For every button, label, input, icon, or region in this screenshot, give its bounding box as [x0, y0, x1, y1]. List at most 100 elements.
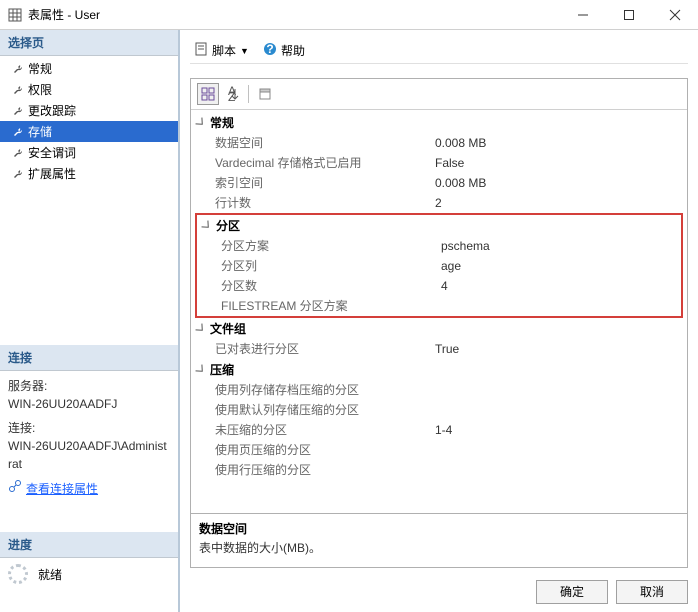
- pg-category[interactable]: 压缩: [191, 359, 687, 380]
- pg-description: 数据空间 表中数据的大小(MB)。: [191, 513, 687, 567]
- connection-icon: [8, 479, 22, 498]
- expand-icon[interactable]: [195, 364, 206, 375]
- pg-category-label: 分区: [216, 217, 240, 234]
- sidebar-item-3[interactable]: 存储: [0, 121, 178, 142]
- desc-title: 数据空间: [199, 520, 679, 537]
- titlebar: 表属性 - User: [0, 0, 698, 30]
- pg-row[interactable]: 未压缩的分区1-4: [191, 420, 687, 440]
- pg-value: [435, 401, 687, 419]
- window-title: 表属性 - User: [28, 6, 560, 23]
- pg-category-label: 文件组: [210, 320, 246, 337]
- dialog-buttons: 确定 取消: [190, 574, 688, 604]
- pg-key: 使用默认列存储压缩的分区: [215, 401, 435, 419]
- sidebar-item-label: 常规: [28, 60, 52, 77]
- pg-value: True: [435, 340, 687, 358]
- pg-row[interactable]: 数据空间0.008 MB: [191, 133, 687, 153]
- categorize-button[interactable]: [197, 83, 219, 105]
- expand-icon[interactable]: [201, 220, 212, 231]
- pg-value: 2: [435, 194, 687, 212]
- expand-icon[interactable]: [195, 117, 206, 128]
- pg-key: FILESTREAM 分区方案: [221, 297, 441, 315]
- pg-row[interactable]: 行计数2: [191, 193, 687, 213]
- pg-key: 未压缩的分区: [215, 421, 435, 439]
- cancel-button[interactable]: 取消: [616, 580, 688, 604]
- pg-key: 已对表进行分区: [215, 340, 435, 358]
- sidebar-item-1[interactable]: 权限: [0, 79, 178, 100]
- pg-row[interactable]: Vardecimal 存储格式已启用False: [191, 153, 687, 173]
- expand-icon[interactable]: [195, 323, 206, 334]
- property-grid: AZ 常规数据空间0.008 MBVardecimal 存储格式已启用False…: [190, 78, 688, 568]
- sidebar-item-label: 权限: [28, 81, 52, 98]
- connection-heading: 连接: [0, 345, 178, 371]
- svg-text:?: ?: [266, 42, 273, 56]
- ok-button[interactable]: 确定: [536, 580, 608, 604]
- help-label: 帮助: [281, 42, 305, 59]
- pg-category-label: 常规: [210, 114, 234, 131]
- sidebar-item-2[interactable]: 更改跟踪: [0, 100, 178, 121]
- pg-value: pschema: [441, 237, 681, 255]
- property-pages-button[interactable]: [254, 83, 276, 105]
- pg-value: False: [435, 154, 687, 172]
- pg-category[interactable]: 文件组: [191, 318, 687, 339]
- wrench-icon: [12, 84, 24, 96]
- pg-value: age: [441, 257, 681, 275]
- sidebar-item-4[interactable]: 安全谓词: [0, 142, 178, 163]
- pg-key: 使用页压缩的分区: [215, 441, 435, 459]
- pg-row[interactable]: 已对表进行分区True: [191, 339, 687, 359]
- maximize-button[interactable]: [606, 0, 652, 30]
- pg-row[interactable]: 使用行压缩的分区: [191, 460, 687, 480]
- progress-heading: 进度: [0, 532, 178, 558]
- sidebar-item-0[interactable]: 常规: [0, 58, 178, 79]
- pg-row[interactable]: 使用列存储存档压缩的分区: [191, 380, 687, 400]
- script-button[interactable]: 脚本 ▼: [190, 40, 253, 61]
- pg-toolbar: AZ: [191, 79, 687, 110]
- wrench-icon: [12, 126, 24, 138]
- wrench-icon: [12, 147, 24, 159]
- pg-value: 0.008 MB: [435, 174, 687, 192]
- pg-category[interactable]: 常规: [191, 112, 687, 133]
- pg-value: 4: [441, 277, 681, 295]
- conn-value: WIN-26UU20AADFJ\Administrat: [8, 437, 170, 473]
- pg-row[interactable]: FILESTREAM 分区方案: [197, 296, 681, 316]
- pg-body[interactable]: 常规数据空间0.008 MBVardecimal 存储格式已启用False索引空…: [191, 110, 687, 513]
- table-icon: [8, 8, 22, 22]
- pg-row[interactable]: 使用默认列存储压缩的分区: [191, 400, 687, 420]
- server-value: WIN-26UU20AADFJ: [8, 395, 170, 413]
- pg-key: Vardecimal 存储格式已启用: [215, 154, 435, 172]
- svg-text:Z: Z: [228, 90, 235, 104]
- sidebar-item-label: 更改跟踪: [28, 102, 76, 119]
- window-buttons: [560, 0, 698, 30]
- pg-row[interactable]: 分区方案pschema: [197, 236, 681, 256]
- sidebar-item-label: 扩展属性: [28, 165, 76, 182]
- connection-info: 服务器: WIN-26UU20AADFJ 连接: WIN-26UU20AADFJ…: [0, 371, 178, 504]
- pg-key: 分区列: [221, 257, 441, 275]
- pg-key: 分区数: [221, 277, 441, 295]
- pg-row[interactable]: 分区列age: [197, 256, 681, 276]
- pg-key: 行计数: [215, 194, 435, 212]
- help-icon: ?: [263, 42, 277, 59]
- close-button[interactable]: [652, 0, 698, 30]
- pg-value: 1-4: [435, 421, 687, 439]
- pg-value: [435, 441, 687, 459]
- pg-key: 分区方案: [221, 237, 441, 255]
- sidebar-item-5[interactable]: 扩展属性: [0, 163, 178, 184]
- pg-row[interactable]: 索引空间0.008 MB: [191, 173, 687, 193]
- help-button[interactable]: ? 帮助: [259, 40, 309, 61]
- progress-section: 就绪: [0, 558, 178, 590]
- conn-label: 连接:: [8, 419, 170, 437]
- pg-row[interactable]: 使用页压缩的分区: [191, 440, 687, 460]
- pg-value: [441, 297, 681, 315]
- pg-value: 0.008 MB: [435, 134, 687, 152]
- pg-key: 索引空间: [215, 174, 435, 192]
- right-panel: 脚本 ▼ ? 帮助 AZ 常规数据空间0.008 MBVa: [180, 30, 698, 612]
- pg-value: [435, 461, 687, 479]
- sidebar-item-label: 存储: [28, 123, 52, 140]
- pg-row[interactable]: 分区数4: [197, 276, 681, 296]
- sort-button[interactable]: AZ: [221, 83, 243, 105]
- desc-text: 表中数据的大小(MB)。: [199, 539, 679, 556]
- pg-category[interactable]: 分区: [197, 215, 681, 236]
- minimize-button[interactable]: [560, 0, 606, 30]
- script-label: 脚本: [212, 42, 236, 59]
- view-connection-link[interactable]: 查看连接属性: [26, 480, 98, 498]
- pg-key: 数据空间: [215, 134, 435, 152]
